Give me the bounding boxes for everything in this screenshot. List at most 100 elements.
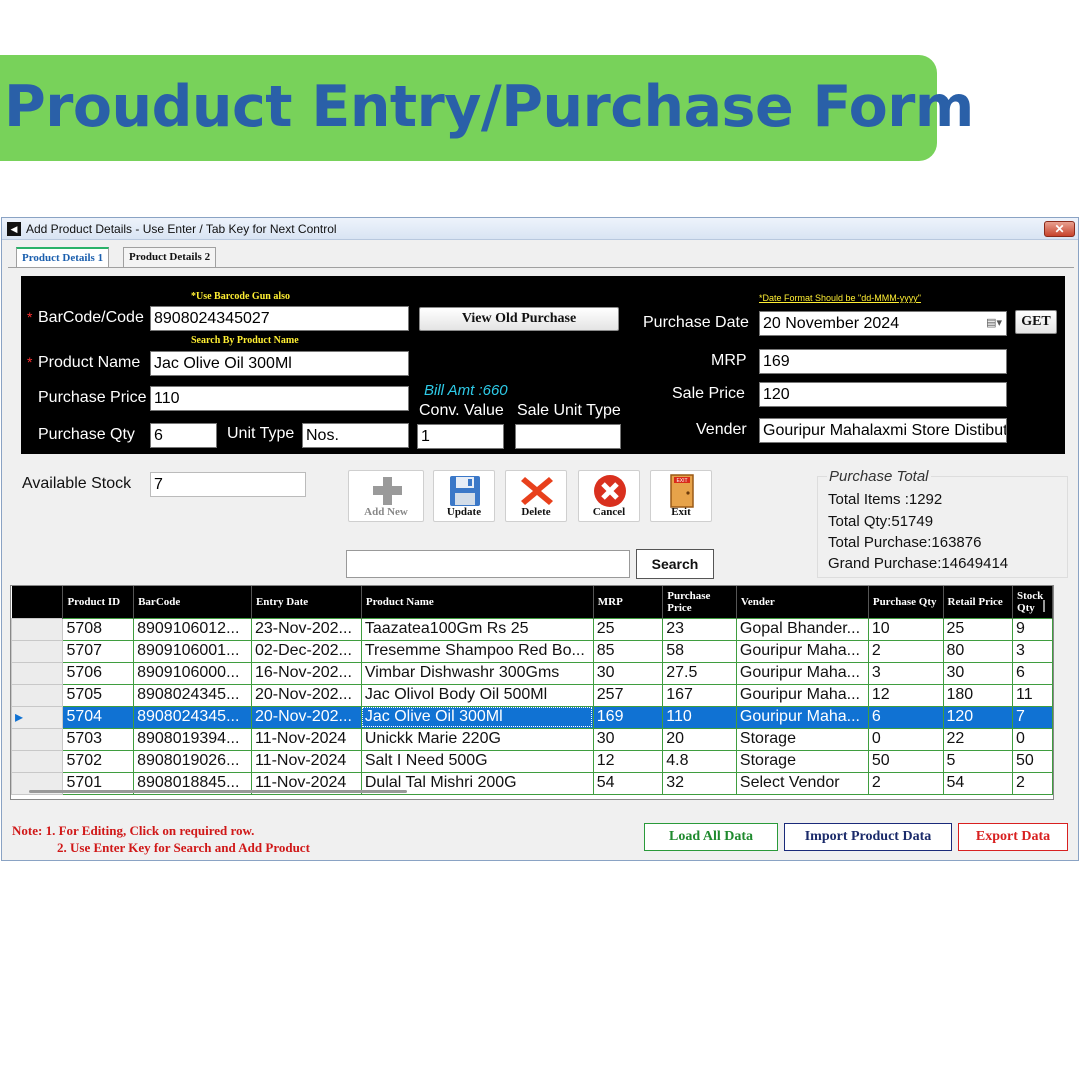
calendar-dropdown-icon[interactable]: ▤▾: [986, 312, 1002, 335]
unit-type-input[interactable]: Nos.: [302, 423, 409, 448]
barcode-input[interactable]: 8908024345027: [150, 306, 409, 331]
table-cell[interactable]: 8908024345...: [133, 683, 252, 707]
table-cell[interactable]: 30: [592, 727, 664, 751]
tab-product-details-1[interactable]: Product Details 1: [16, 247, 110, 267]
table-cell[interactable]: 5704: [62, 705, 135, 729]
table-cell[interactable]: 8909106012...: [133, 617, 252, 641]
load-all-data-button[interactable]: Load All Data: [644, 823, 778, 851]
add-new-button[interactable]: Add New: [348, 470, 424, 522]
table-cell[interactable]: 5705: [62, 683, 135, 707]
table-cell[interactable]: 5: [942, 749, 1014, 773]
table-cell[interactable]: 54: [942, 771, 1014, 795]
mrp-input[interactable]: 169: [759, 349, 1007, 374]
table-cell[interactable]: 20-Nov-202...: [250, 683, 362, 707]
update-button[interactable]: Update: [433, 470, 495, 522]
table-cell[interactable]: 02-Dec-202...: [250, 639, 362, 663]
table-cell[interactable]: 25: [942, 617, 1014, 641]
table-row[interactable]: 5705 8908024345... 20-Nov-202... Jac Olivol…: [11, 683, 1053, 707]
table-row[interactable]: ▸ 5704 8908024345... 20-Nov-202... Jac Olive…: [11, 705, 1053, 729]
table-cell[interactable]: 3: [1012, 639, 1053, 663]
table-cell[interactable]: 4.8: [662, 749, 737, 773]
table-cell[interactable]: 32: [662, 771, 737, 795]
close-button[interactable]: ✕: [1044, 221, 1075, 237]
table-cell[interactable]: Storage: [735, 749, 869, 773]
table-cell[interactable]: 7: [1012, 705, 1053, 729]
table-cell[interactable]: 23: [662, 617, 737, 641]
row-header[interactable]: [11, 749, 64, 773]
table-cell[interactable]: 20-Nov-202...: [250, 705, 362, 729]
column-header[interactable]: BarCode: [133, 586, 252, 618]
table-cell[interactable]: 2: [1012, 771, 1053, 795]
table-cell[interactable]: 5706: [62, 661, 135, 685]
table-cell[interactable]: 85: [592, 639, 664, 663]
tab-product-details-2[interactable]: Product Details 2: [123, 247, 217, 267]
table-cell[interactable]: 6: [1012, 661, 1053, 685]
table-cell[interactable]: 11: [1012, 683, 1053, 707]
table-cell[interactable]: 180: [942, 683, 1014, 707]
table-cell[interactable]: 120: [942, 705, 1014, 729]
available-stock-input[interactable]: 7: [150, 472, 306, 497]
table-row[interactable]: 5703 8908019394... 11-Nov-2024 Unickk Marie…: [11, 727, 1053, 751]
table-cell[interactable]: Gouripur Maha...: [735, 705, 869, 729]
table-cell[interactable]: 8909106001...: [133, 639, 252, 663]
table-cell[interactable]: Gouripur Maha...: [735, 661, 869, 685]
table-cell[interactable]: 80: [942, 639, 1014, 663]
product-name-input[interactable]: Jac Olive Oil 300Ml: [150, 351, 409, 376]
table-cell[interactable]: Storage: [735, 727, 869, 751]
purchase-qty-input[interactable]: 6: [150, 423, 217, 448]
import-product-data-button[interactable]: Import Product Data: [784, 823, 952, 851]
search-button[interactable]: Search: [636, 549, 714, 579]
table-cell[interactable]: 8908019394...: [133, 727, 252, 751]
table-cell[interactable]: Tresemme Shampoo Red Bo...: [360, 639, 594, 663]
table-cell[interactable]: 23-Nov-202...: [250, 617, 362, 641]
table-cell[interactable]: Gouripur Maha...: [735, 683, 869, 707]
table-cell[interactable]: Gopal Bhander...: [735, 617, 869, 641]
row-header[interactable]: [11, 683, 64, 707]
table-cell[interactable]: 12: [592, 749, 664, 773]
table-cell[interactable]: 5707: [62, 639, 135, 663]
table-cell[interactable]: 257: [592, 683, 664, 707]
table-cell[interactable]: Jac Olive Oil 300Ml: [360, 705, 594, 729]
row-header[interactable]: [11, 661, 64, 685]
table-cell[interactable]: Unickk Marie 220G: [360, 727, 594, 751]
table-cell[interactable]: 22: [942, 727, 1014, 751]
table-cell[interactable]: 16-Nov-202...: [250, 661, 362, 685]
column-header[interactable]: Retail Price: [943, 586, 1014, 618]
column-header[interactable]: Purchase Price: [662, 586, 737, 618]
table-cell[interactable]: 27.5: [662, 661, 737, 685]
table-cell[interactable]: 8908024345...: [133, 705, 252, 729]
table-cell[interactable]: 20: [662, 727, 737, 751]
sale-price-input[interactable]: 120: [759, 382, 1007, 407]
table-cell[interactable]: 167: [662, 683, 737, 707]
table-cell[interactable]: 6: [867, 705, 944, 729]
table-cell[interactable]: 25: [592, 617, 664, 641]
table-cell[interactable]: 12: [867, 683, 944, 707]
table-cell[interactable]: 2: [867, 639, 944, 663]
column-header[interactable]: MRP: [593, 586, 664, 618]
horizontal-scrollbar[interactable]: [29, 790, 407, 793]
column-header[interactable]: Purchase Qty: [868, 586, 944, 618]
row-header[interactable]: ▸: [11, 705, 64, 729]
table-cell[interactable]: 11-Nov-2024: [250, 749, 362, 773]
conv-value-input[interactable]: 1: [417, 424, 504, 449]
table-cell[interactable]: 3: [867, 661, 944, 685]
table-cell[interactable]: 169: [592, 705, 664, 729]
table-cell[interactable]: 54: [592, 771, 664, 795]
column-header[interactable]: Product Name: [361, 586, 594, 618]
table-cell[interactable]: 58: [662, 639, 737, 663]
table-cell[interactable]: 30: [592, 661, 664, 685]
table-cell[interactable]: Salt I Need 500G: [360, 749, 594, 773]
table-cell[interactable]: Jac Olivol Body Oil 500Ml: [360, 683, 594, 707]
table-row[interactable]: 5706 8909106000... 16-Nov-202... Vimbar Dis…: [11, 661, 1053, 685]
table-cell[interactable]: 11-Nov-2024: [250, 727, 362, 751]
get-button[interactable]: GET: [1015, 310, 1057, 334]
table-cell[interactable]: 30: [942, 661, 1014, 685]
sale-unit-type-input[interactable]: [515, 424, 621, 449]
view-old-purchase-button[interactable]: View Old Purchase: [419, 307, 619, 331]
table-cell[interactable]: Vimbar Dishwashr 300Gms: [360, 661, 594, 685]
table-cell[interactable]: 5702: [62, 749, 135, 773]
table-cell[interactable]: 2: [867, 771, 944, 795]
table-row[interactable]: 5708 8909106012... 23-Nov-202... Taazatea10…: [11, 617, 1053, 641]
table-cell[interactable]: 50: [867, 749, 944, 773]
table-cell[interactable]: 8908019026...: [133, 749, 252, 773]
